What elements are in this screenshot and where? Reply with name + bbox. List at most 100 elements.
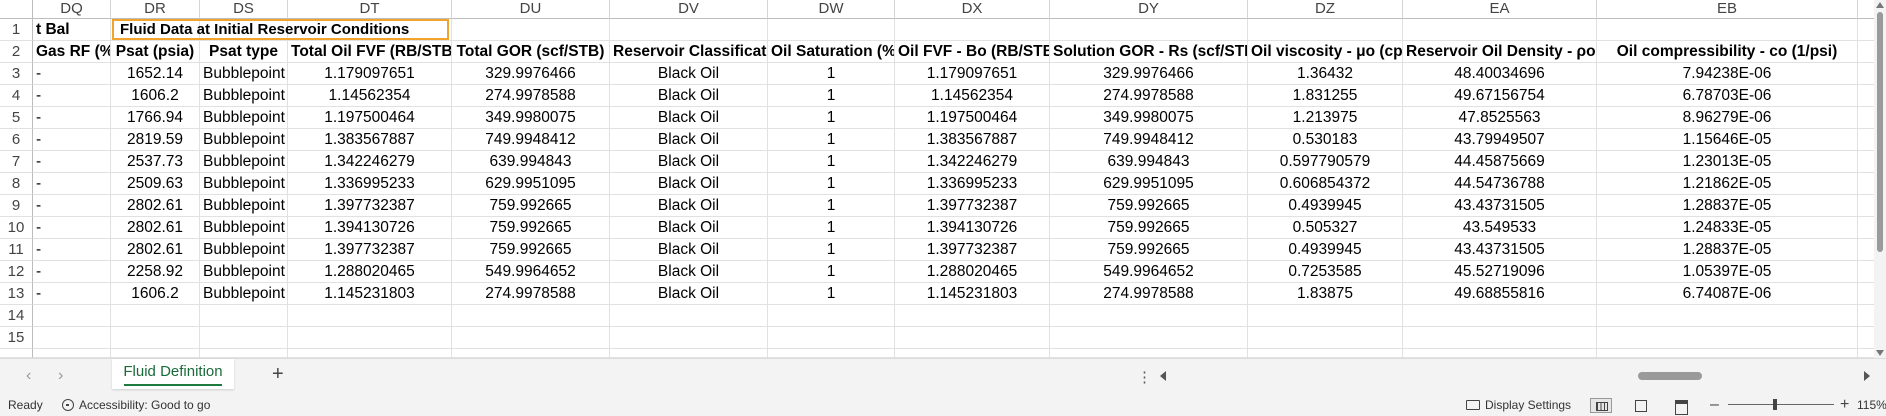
empty-cell[interactable] (200, 349, 288, 358)
row-header-5[interactable]: 5 (0, 107, 33, 129)
data-cell[interactable]: 1 (768, 195, 895, 217)
empty-cell[interactable] (1050, 327, 1248, 349)
empty-cell[interactable] (288, 305, 452, 327)
data-cell[interactable]: Black Oil (610, 63, 768, 85)
column-header-overflow[interactable] (1858, 0, 1874, 19)
data-cell[interactable]: 549.9964652 (1050, 261, 1248, 283)
data-cell[interactable]: Bubblepoint (200, 217, 288, 239)
empty-cell[interactable] (1597, 327, 1858, 349)
data-cell[interactable]: Black Oil (610, 107, 768, 129)
scroll-left-arrow-icon[interactable] (1160, 371, 1166, 381)
data-cell[interactable]: Black Oil (610, 195, 768, 217)
data-cell[interactable]: 2819.59 (111, 129, 200, 151)
zoom-slider-thumb[interactable] (1773, 399, 1777, 410)
empty-cell[interactable] (1050, 19, 1248, 41)
data-cell[interactable]: 1 (768, 173, 895, 195)
empty-cell[interactable] (33, 305, 111, 327)
data-cell[interactable]: - (33, 85, 111, 107)
data-cell[interactable]: 49.67156754 (1403, 85, 1597, 107)
data-cell[interactable]: 274.9978588 (1050, 283, 1248, 305)
empty-cell[interactable] (895, 19, 1050, 41)
data-cell[interactable]: 0.597790579 (1248, 151, 1403, 173)
column-header-dr[interactable]: DR (111, 0, 200, 19)
empty-cell[interactable] (768, 19, 895, 41)
empty-cell[interactable] (1248, 349, 1403, 358)
empty-cell[interactable] (1858, 261, 1874, 283)
empty-cell[interactable] (1858, 41, 1874, 63)
empty-cell[interactable] (33, 349, 111, 358)
empty-cell[interactable] (288, 349, 452, 358)
chevron-left-icon[interactable]: ‹ (26, 368, 31, 384)
row-header-14[interactable]: 14 (0, 305, 33, 327)
zoom-out-button[interactable]: – (1710, 394, 1719, 416)
data-cell[interactable]: 43.43731505 (1403, 195, 1597, 217)
row-header-9[interactable]: 9 (0, 195, 33, 217)
empty-cell[interactable] (200, 327, 288, 349)
data-cell[interactable]: 639.994843 (1050, 151, 1248, 173)
data-cell[interactable]: 2802.61 (111, 195, 200, 217)
empty-cell[interactable] (1858, 151, 1874, 173)
data-cell[interactable]: - (33, 173, 111, 195)
data-cell[interactable]: 329.9976466 (1050, 63, 1248, 85)
data-cell[interactable]: 1.28837E-05 (1597, 195, 1858, 217)
data-cell[interactable]: 43.549533 (1403, 217, 1597, 239)
row-header-13[interactable]: 13 (0, 283, 33, 305)
header-cell[interactable]: Reservoir Classification (610, 41, 768, 63)
zoom-slider-track[interactable] (1728, 404, 1834, 405)
vertical-ellipsis-icon[interactable]: ⋮ (1137, 368, 1152, 386)
data-cell[interactable]: 759.992665 (1050, 217, 1248, 239)
data-cell[interactable]: Black Oil (610, 85, 768, 107)
data-cell[interactable]: 1.383567887 (288, 129, 452, 151)
data-cell[interactable]: 349.9980075 (1050, 107, 1248, 129)
data-cell[interactable]: 759.992665 (1050, 239, 1248, 261)
data-cell[interactable]: 1.28837E-05 (1597, 239, 1858, 261)
empty-cell[interactable] (1050, 305, 1248, 327)
empty-cell[interactable] (895, 349, 1050, 358)
empty-cell[interactable] (1858, 305, 1874, 327)
column-header-dw[interactable]: DW (768, 0, 895, 19)
data-cell[interactable]: 49.68855816 (1403, 283, 1597, 305)
data-cell[interactable]: Bubblepoint (200, 85, 288, 107)
row-header-4[interactable]: 4 (0, 85, 33, 107)
data-cell[interactable]: 44.54736788 (1403, 173, 1597, 195)
header-cell[interactable]: Psat (psia) (111, 41, 200, 63)
empty-cell[interactable] (610, 305, 768, 327)
data-cell[interactable]: Black Oil (610, 239, 768, 261)
data-cell[interactable]: 1.397732387 (288, 239, 452, 261)
data-cell[interactable]: - (33, 283, 111, 305)
horizontal-scroll-thumb[interactable] (1638, 372, 1702, 380)
empty-cell[interactable] (1403, 349, 1597, 358)
vertical-scrollbar[interactable] (1874, 0, 1886, 358)
empty-cell[interactable] (1403, 305, 1597, 327)
data-cell[interactable]: 1.24833E-05 (1597, 217, 1858, 239)
row-header-3[interactable]: 3 (0, 63, 33, 85)
data-cell[interactable]: 1 (768, 151, 895, 173)
empty-cell[interactable] (1597, 19, 1858, 41)
data-cell[interactable]: Black Oil (610, 217, 768, 239)
data-cell[interactable]: Black Oil (610, 283, 768, 305)
data-cell[interactable]: 1.397732387 (895, 239, 1050, 261)
select-all-corner[interactable] (0, 0, 33, 19)
sheet-tab-fluid-definition[interactable]: Fluid Definition (112, 359, 234, 389)
row-header-2[interactable]: 2 (0, 41, 33, 63)
column-header-dy[interactable]: DY (1050, 0, 1248, 19)
data-cell[interactable]: 1.397732387 (895, 195, 1050, 217)
data-cell[interactable]: 2802.61 (111, 217, 200, 239)
header-cell[interactable]: Solution GOR - Rs (scf/STB) (1050, 41, 1248, 63)
data-cell[interactable]: Bubblepoint (200, 63, 288, 85)
zoom-in-button[interactable]: + (1840, 394, 1849, 416)
data-cell[interactable]: 759.992665 (452, 239, 610, 261)
column-header-dq[interactable]: DQ (33, 0, 111, 19)
data-cell[interactable]: 1.342246279 (288, 151, 452, 173)
empty-cell[interactable] (1248, 327, 1403, 349)
header-cell[interactable]: Oil compressibility - co (1/psi) (1597, 41, 1858, 63)
data-cell[interactable]: 1.145231803 (895, 283, 1050, 305)
data-cell[interactable]: 1.831255 (1248, 85, 1403, 107)
data-cell[interactable]: - (33, 63, 111, 85)
data-cell[interactable]: 1.05397E-05 (1597, 261, 1858, 283)
scroll-right-arrow-icon[interactable] (1864, 371, 1870, 381)
data-cell[interactable]: 1.288020465 (895, 261, 1050, 283)
empty-cell[interactable] (610, 327, 768, 349)
data-cell[interactable]: 1766.94 (111, 107, 200, 129)
row-header-7[interactable]: 7 (0, 151, 33, 173)
